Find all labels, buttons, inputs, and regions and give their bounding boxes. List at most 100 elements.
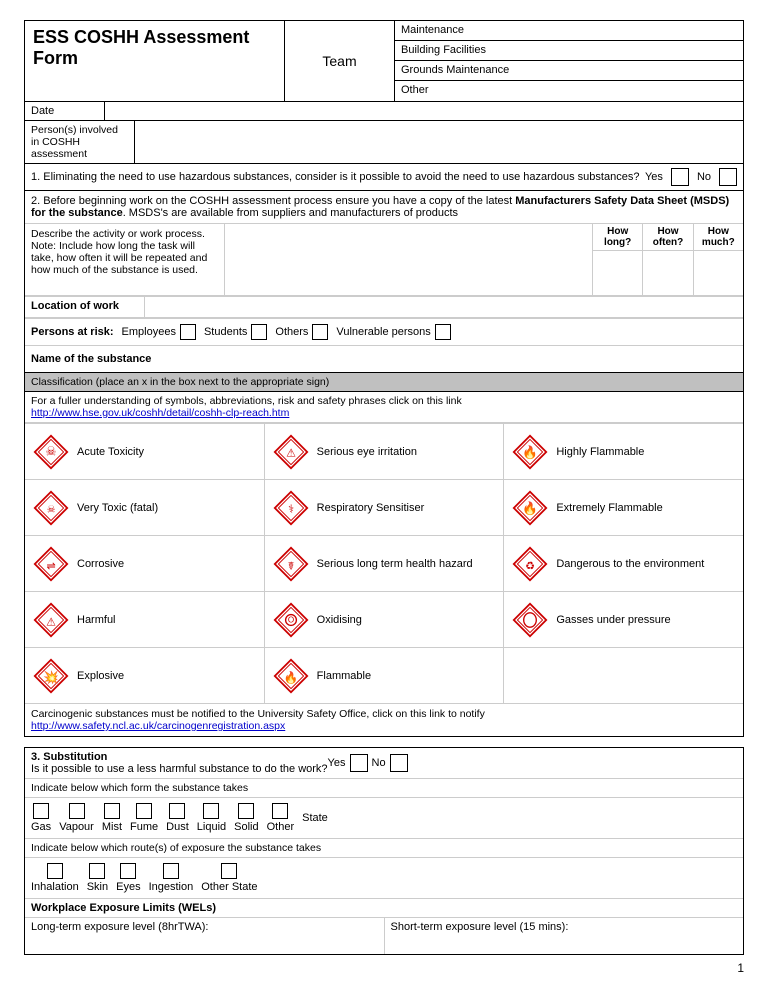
other-checkbox[interactable]: [272, 803, 288, 819]
form-vapour: Vapour: [59, 803, 94, 833]
svg-text:O: O: [288, 615, 294, 624]
vulnerable-checkbox[interactable]: [435, 324, 451, 340]
svg-text:⚠: ⚠: [286, 447, 296, 459]
q1-yes-no: Yes No: [641, 168, 737, 186]
how-long-value[interactable]: [593, 251, 643, 295]
employees-group: Employees: [122, 324, 196, 340]
team-grounds: Grounds Maintenance: [395, 61, 743, 81]
eyes-checkbox[interactable]: [120, 863, 136, 879]
substance-form-checkboxes: Gas Vapour Mist Fume Dust Liquid: [25, 798, 743, 839]
svg-text:⚕: ⚕: [288, 503, 294, 515]
date-value[interactable]: [105, 102, 743, 120]
persons-row: Person(s) involved in COSHH assessment: [24, 121, 744, 164]
substance-form-label: Indicate below which form the substance …: [25, 779, 743, 798]
dust-checkbox[interactable]: [169, 803, 185, 819]
q2-how-cols: How long? How often? How much?: [593, 224, 743, 295]
ghs-row-5: 💥 Explosive 🔥 Flammable: [25, 647, 743, 703]
how-much-label: How much?: [694, 224, 743, 250]
how-often-value[interactable]: [643, 251, 693, 295]
liquid-checkbox[interactable]: [203, 803, 219, 819]
q2-how-headers: How long? How often? How much?: [593, 224, 743, 251]
gas-checkbox[interactable]: [33, 803, 49, 819]
ghs-health-hazard: ☤ Serious long term health hazard: [265, 536, 505, 591]
team-options: Maintenance Building Facilities Grounds …: [395, 21, 743, 101]
ghs-grid: ☠ Acute Toxicity ⚠ Serious eye irritatio…: [25, 423, 743, 703]
ghs-eye-irritation: ⚠ Serious eye irritation: [265, 424, 505, 479]
health-hazard-icon: ☤: [273, 546, 309, 582]
ghs-gas-pressure: Gasses under pressure: [504, 592, 743, 647]
q2-header: 2. Before beginning work on the COSHH as…: [25, 191, 743, 224]
classif-link[interactable]: http://www.hse.gov.uk/coshh/detail/coshh…: [31, 407, 289, 419]
skin-checkbox[interactable]: [89, 863, 105, 879]
how-much-value[interactable]: [694, 251, 743, 295]
date-label: Date: [25, 102, 105, 120]
svg-text:☠: ☠: [45, 444, 56, 458]
carcinogen-link[interactable]: http://www.safety.ncl.ac.uk/carcinogenre…: [31, 720, 285, 732]
svg-text:🔥: 🔥: [523, 444, 539, 459]
wel-short-term: Short-term exposure level (15 mins):: [385, 918, 744, 954]
q2-how-values: [593, 251, 743, 295]
acute-toxicity-icon: ☠: [33, 434, 69, 470]
section3-yn: Yes No: [328, 754, 408, 772]
others-checkbox[interactable]: [312, 324, 328, 340]
form-dust: Dust: [166, 803, 189, 833]
section3-subtitle: Is it possible to use a less harmful sub…: [31, 763, 328, 775]
gas-pressure-icon: [512, 602, 548, 638]
route-ingestion: Ingestion: [149, 863, 194, 893]
ghs-very-toxic: ☠ Very Toxic (fatal): [25, 480, 265, 535]
how-long-label: How long?: [593, 224, 643, 250]
eye-irritation-icon: ⚠: [273, 434, 309, 470]
explosive-icon: 💥: [33, 658, 69, 694]
section3: 3. Substitution Is it possible to use a …: [24, 747, 744, 955]
very-toxic-icon: ☠: [33, 490, 69, 526]
corrosive-icon: ⇌: [33, 546, 69, 582]
svg-text:⇌: ⇌: [46, 560, 55, 572]
ghs-oxidising: O Oxidising: [265, 592, 505, 647]
employees-checkbox[interactable]: [180, 324, 196, 340]
svg-text:⚠: ⚠: [46, 616, 56, 628]
persons-risk-label: Persons at risk:: [31, 326, 114, 338]
ghs-corrosive: ⇌ Corrosive: [25, 536, 265, 591]
team-label: Team: [285, 21, 395, 101]
students-group: Students: [204, 324, 267, 340]
ghs-harmful: ⚠ Harmful: [25, 592, 265, 647]
persons-label: Person(s) involved in COSHH assessment: [25, 121, 135, 163]
svg-text:☠: ☠: [47, 504, 56, 515]
classification-section: Classification (place an x in the box ne…: [24, 373, 744, 737]
ghs-row-3: ⇌ Corrosive ☤ Serious long term health h…: [25, 535, 743, 591]
carcinogen-row: Carcinogenic substances must be notified…: [25, 703, 743, 736]
route-skin: Skin: [87, 863, 108, 893]
svg-text:♻: ♻: [526, 560, 536, 572]
inhalation-checkbox[interactable]: [47, 863, 63, 879]
section3-no-checkbox[interactable]: [390, 754, 408, 772]
team-building: Building Facilities: [395, 41, 743, 61]
form-solid: Solid: [234, 803, 258, 833]
students-checkbox[interactable]: [251, 324, 267, 340]
q1-row: 1. Eliminating the need to use hazardous…: [24, 164, 744, 191]
vapour-checkbox[interactable]: [69, 803, 85, 819]
section3-title-area: 3. Substitution Is it possible to use a …: [31, 751, 328, 775]
other-state-checkbox[interactable]: [221, 863, 237, 879]
mist-checkbox[interactable]: [104, 803, 120, 819]
ingestion-checkbox[interactable]: [163, 863, 179, 879]
ghs-row-4: ⚠ Harmful O Oxidising: [25, 591, 743, 647]
svg-text:☤: ☤: [287, 560, 294, 572]
q1-no-checkbox[interactable]: [719, 168, 737, 186]
form-state: State: [302, 812, 328, 824]
route-label: Indicate below which route(s) of exposur…: [25, 839, 743, 858]
q2-describe-value[interactable]: [225, 224, 593, 295]
team-maintenance: Maintenance: [395, 21, 743, 41]
fume-checkbox[interactable]: [136, 803, 152, 819]
solid-checkbox[interactable]: [238, 803, 254, 819]
section3-yes-checkbox[interactable]: [350, 754, 368, 772]
substance-name-row: Name of the substance: [25, 346, 743, 372]
location-value[interactable]: [145, 297, 743, 317]
q1-yes-checkbox[interactable]: [671, 168, 689, 186]
team-other: Other: [395, 81, 743, 101]
ghs-row-2: ☠ Very Toxic (fatal) ⚕ Respiratory Sensi…: [25, 479, 743, 535]
wel-long-term: Long-term exposure level (8hrTWA):: [25, 918, 385, 954]
section3-header: 3. Substitution Is it possible to use a …: [25, 748, 743, 779]
form-fume: Fume: [130, 803, 158, 833]
route-checkboxes: Inhalation Skin Eyes Ingestion Other Sta…: [25, 858, 743, 899]
persons-value[interactable]: [135, 121, 743, 163]
